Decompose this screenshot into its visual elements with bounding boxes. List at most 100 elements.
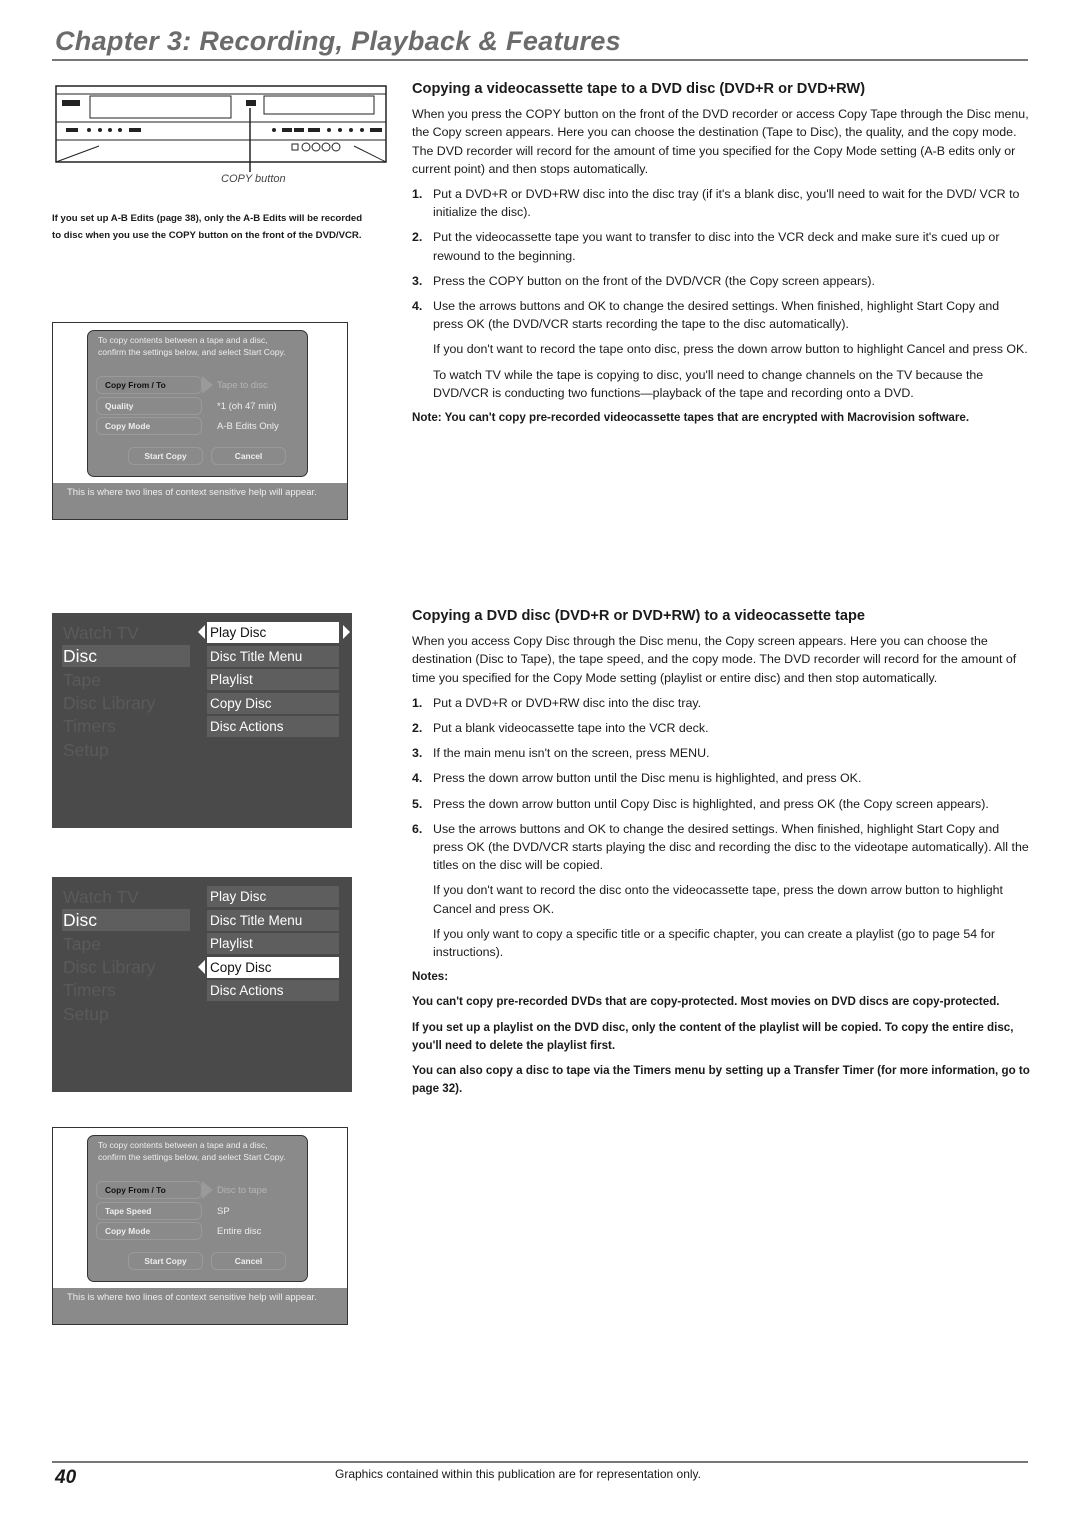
note-item: You can also copy a disc to tape via the…	[412, 1064, 1030, 1096]
note-item: You can't copy pre-recorded DVDs that ar…	[412, 995, 1000, 1009]
chapter-title: Chapter 3: Recording, Playback & Feature…	[55, 26, 621, 56]
tape-speed-value: SP	[217, 1206, 230, 1217]
left-arrow-icon	[198, 960, 205, 974]
menu-item-timers[interactable]: Timers	[62, 979, 190, 1001]
copy-mode-row[interactable]: Copy Mode	[96, 1222, 202, 1240]
selection-arrow-icon	[202, 376, 213, 394]
right-arrow-icon	[343, 625, 350, 639]
step: 3. Press the COPY button on the front of …	[412, 272, 1030, 290]
step: 6. Use the arrows buttons and OK to chang…	[412, 820, 1030, 875]
copy-mode-value: Entire disc	[217, 1226, 262, 1237]
copy-screen-disc-to-tape: To copy contents between a tape and a di…	[52, 1127, 348, 1325]
start-copy-button[interactable]: Start Copy	[128, 1252, 203, 1270]
step: 2. Put a blank videocassette tape into th…	[412, 719, 1030, 737]
copy-intro-text: To copy contents between a tape and a di…	[98, 1140, 286, 1162]
step-text: Press the COPY button on the front of th…	[433, 273, 875, 288]
step-text: Press the down arrow button until Copy D…	[433, 796, 989, 811]
left-arrow-icon	[198, 625, 205, 639]
step-number: 3.	[412, 746, 423, 761]
step: 1. Put a DVD+R or DVD+RW disc into the di…	[412, 694, 1030, 712]
step-text: Press the down arrow button until the Di…	[433, 771, 862, 786]
menu-item-watch-tv[interactable]: Watch TV	[62, 886, 190, 908]
submenu-disc-actions[interactable]: Disc Actions	[207, 716, 339, 737]
copy-from-to-value: Disc to tape	[217, 1185, 268, 1196]
help-bar: This is where two lines of context sensi…	[53, 1288, 347, 1324]
step-text: Put a blank videocassette tape into the …	[433, 721, 709, 736]
menu-item-setup[interactable]: Setup	[62, 739, 190, 761]
copy-from-to-row[interactable]: Copy From / To	[96, 376, 202, 394]
cancel-instruction: If you don't want to record the disc ont…	[433, 883, 1003, 916]
step-number: 1.	[412, 187, 423, 202]
menu-item-tape[interactable]: Tape	[62, 933, 190, 955]
submenu-playlist[interactable]: Playlist	[207, 933, 339, 954]
step-text: Put the videocassette tape you want to t…	[433, 230, 1000, 263]
copy-mode-value: A-B Edits Only	[217, 421, 279, 432]
submenu-disc-title-menu[interactable]: Disc Title Menu	[207, 910, 339, 931]
section-heading: Copying a DVD disc (DVD+R or DVD+RW) to …	[412, 608, 866, 624]
start-copy-button[interactable]: Start Copy	[128, 447, 203, 465]
copy-mode-row[interactable]: Copy Mode	[96, 417, 202, 435]
help-bar: This is where two lines of context sensi…	[53, 483, 347, 519]
playlist-instruction: If you only want to copy a specific titl…	[433, 926, 996, 960]
step: 1. Put a DVD+R or DVD+RW disc into the di…	[412, 185, 1030, 221]
copy-from-to-value: Tape to disc	[217, 380, 268, 391]
macrovision-note: Note: You can't copy pre-recorded videoc…	[412, 411, 970, 425]
submenu-disc-title-menu[interactable]: Disc Title Menu	[207, 646, 339, 667]
submenu-copy-disc[interactable]: Copy Disc	[207, 957, 339, 978]
section-heading: Copying a videocassette tape to a DVD di…	[412, 81, 866, 97]
dvd-vcr-front-panel-illustration	[55, 85, 387, 172]
selection-arrow-icon	[202, 1181, 213, 1199]
submenu-disc-actions[interactable]: Disc Actions	[207, 980, 339, 1001]
cancel-button[interactable]: Cancel	[211, 447, 286, 465]
step: 2. Put the videocassette tape you want to…	[412, 228, 1030, 264]
menu-item-disc[interactable]: Disc	[62, 645, 190, 667]
menu-item-disc[interactable]: Disc	[62, 909, 190, 931]
title-rule	[52, 59, 1028, 61]
step-number: 3.	[412, 273, 423, 288]
step-text: Use the arrows buttons and OK to change …	[433, 299, 1000, 332]
watch-tv-instruction: To watch TV while the tape is copying to…	[433, 367, 984, 400]
ab-edits-note: If you set up A-B Edits (page 38), only …	[52, 213, 363, 241]
copy-dialog: To copy contents between a tape and a di…	[87, 1135, 308, 1282]
submenu-playlist[interactable]: Playlist	[207, 669, 339, 690]
copy-button-caption: COPY button	[221, 173, 286, 185]
copy-screen-tape-to-disc: To copy contents between a tape and a di…	[52, 322, 348, 520]
submenu-play-disc[interactable]: Play Disc	[207, 622, 339, 643]
submenu-play-disc[interactable]: Play Disc	[207, 886, 339, 907]
quality-row[interactable]: Quality	[96, 397, 202, 415]
main-menu-copy-disc: Watch TV Disc Tape Disc Library Timers S…	[52, 877, 352, 1092]
menu-item-disc-library[interactable]: Disc Library	[62, 692, 190, 714]
step: 4. Use the arrows buttons and OK to chang…	[412, 297, 1030, 333]
menu-item-disc-library[interactable]: Disc Library	[62, 956, 190, 978]
step-number: 4.	[412, 299, 423, 314]
section-tape-to-disc: Copying a videocassette tape to a DVD di…	[412, 80, 1030, 434]
footer-rule	[52, 1461, 1028, 1463]
step: 5. Press the down arrow button until Copy…	[412, 795, 1030, 813]
quality-value: *1 (oh 47 min)	[217, 401, 277, 412]
step-text: Use the arrows buttons and OK to change …	[433, 821, 1029, 873]
footer-disclaimer: Graphics contained within this publicati…	[335, 1467, 701, 1481]
menu-item-watch-tv[interactable]: Watch TV	[62, 622, 190, 644]
step-number: 2.	[412, 230, 423, 245]
page-number: 40	[55, 1467, 77, 1488]
copy-from-to-row[interactable]: Copy From / To	[96, 1181, 202, 1199]
step-number: 4.	[412, 771, 423, 786]
step-text: Put a DVD+R or DVD+RW disc into the disc…	[433, 187, 1020, 220]
section-intro: When you press the COPY button on the fr…	[412, 107, 1029, 176]
menu-item-tape[interactable]: Tape	[62, 669, 190, 691]
step-text: Put a DVD+R or DVD+RW disc into the disc…	[433, 695, 702, 710]
step-number: 5.	[412, 796, 423, 811]
step-number: 6.	[412, 821, 423, 836]
copy-dialog: To copy contents between a tape and a di…	[87, 330, 308, 477]
notes-heading: Notes:	[412, 970, 449, 984]
cancel-button[interactable]: Cancel	[211, 1252, 286, 1270]
menu-item-setup[interactable]: Setup	[62, 1003, 190, 1025]
menu-item-timers[interactable]: Timers	[62, 715, 190, 737]
tape-speed-row[interactable]: Tape Speed	[96, 1202, 202, 1220]
step: 3. If the main menu isn't on the screen, …	[412, 744, 1030, 762]
step-text: If the main menu isn't on the screen, pr…	[433, 746, 710, 761]
cancel-instruction: If you don't want to record the tape ont…	[433, 342, 1028, 357]
step-number: 1.	[412, 695, 423, 710]
section-intro: When you access Copy Disc through the Di…	[412, 634, 1017, 685]
submenu-copy-disc[interactable]: Copy Disc	[207, 693, 339, 714]
